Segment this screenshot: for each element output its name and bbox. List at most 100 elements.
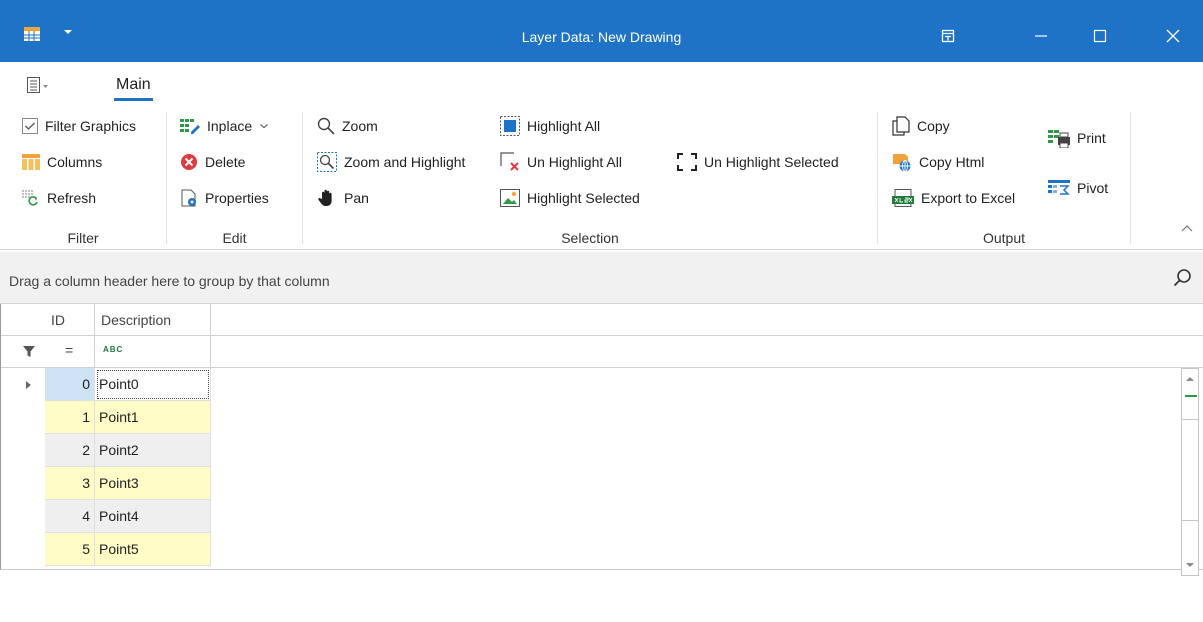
filter-graphics-label: Filter Graphics — [45, 118, 137, 134]
refresh-label: Refresh — [47, 190, 97, 206]
scrollbar-thumb[interactable] — [1181, 419, 1199, 521]
table-row[interactable]: 1 Point1 — [1, 401, 211, 434]
ribbon-tab-row: Main — [0, 62, 1203, 106]
output-group-label: Output — [982, 230, 1026, 246]
highlight-all-icon — [500, 116, 520, 136]
scroll-down-icon[interactable] — [1182, 557, 1198, 573]
columns-icon — [22, 154, 40, 170]
refresh-icon — [22, 190, 38, 206]
application-menu-icon[interactable] — [26, 76, 54, 94]
row-indicator[interactable] — [1, 533, 45, 566]
id-filter-cell[interactable]: = — [45, 336, 95, 368]
copy-html-icon — [893, 154, 911, 172]
filter-row-indicator — [1, 336, 45, 368]
column-header-row: ID Description — [1, 304, 1203, 336]
delete-button[interactable]: Delete — [180, 150, 245, 174]
ribbon: Filter Graphics Columns Refresh Filter I… — [0, 106, 1203, 250]
export-to-excel-button[interactable]: Export to Excel — [892, 186, 1015, 210]
table-row[interactable]: 2 Point2 — [1, 434, 211, 467]
highlight-selected-button[interactable]: Highlight Selected — [500, 186, 640, 210]
equals-operator-icon: = — [65, 342, 74, 358]
auto-filter-row: = ABC — [1, 336, 1203, 368]
close-icon — [1166, 29, 1180, 43]
copy-button[interactable]: Copy — [892, 114, 950, 138]
table-row[interactable]: 0 Point0 — [1, 368, 211, 401]
zoom-button[interactable]: Zoom — [317, 114, 378, 138]
cell-description[interactable]: Point0 — [95, 368, 211, 401]
cell-description[interactable]: Point4 — [95, 500, 211, 533]
unhighlight-selected-label: Un Highlight Selected — [704, 154, 839, 170]
column-header-id[interactable]: ID — [45, 304, 95, 336]
tab-main[interactable]: Main — [114, 76, 153, 101]
row-indicator[interactable] — [1, 500, 45, 533]
minimize-button[interactable] — [1018, 14, 1064, 58]
row-indicator-header — [1, 304, 45, 336]
zoom-and-highlight-button[interactable]: Zoom and Highlight — [317, 150, 465, 174]
checkbox-checked-icon — [22, 118, 38, 134]
columns-button[interactable]: Columns — [22, 150, 102, 174]
column-header-description[interactable]: Description — [95, 304, 211, 336]
properties-label: Properties — [205, 190, 269, 206]
copy-html-label: Copy Html — [919, 154, 985, 170]
highlight-all-button[interactable]: Highlight All — [500, 114, 600, 138]
row-indicator[interactable] — [1, 434, 45, 467]
output-group: Copy Copy Html Export to Excel Print Piv… — [878, 106, 1130, 250]
group-by-panel[interactable]: Drag a column header here to group by th… — [0, 252, 1203, 304]
cell-description[interactable]: Point1 — [95, 401, 211, 434]
edit-group: Inplace Delete Properties Edit — [167, 106, 302, 250]
table-row[interactable]: 4 Point4 — [1, 500, 211, 533]
print-label: Print — [1077, 130, 1106, 146]
cell-id[interactable]: 1 — [45, 401, 95, 434]
highlight-selected-icon — [500, 189, 520, 207]
cell-id[interactable]: 3 — [45, 467, 95, 500]
pivot-grid-icon — [1048, 180, 1070, 195]
inplace-dropdown-button[interactable]: Inplace — [180, 114, 269, 138]
restore-layout-button[interactable] — [925, 14, 971, 58]
unhighlight-all-label: Un Highlight All — [527, 154, 622, 170]
vertical-scrollbar[interactable] — [1181, 368, 1199, 576]
selection-group: Zoom Zoom and Highlight Pan Highlight Al… — [303, 106, 877, 250]
pivot-button[interactable]: Pivot — [1048, 176, 1108, 200]
inplace-label: Inplace — [207, 118, 253, 134]
title-bar: Layer Data: New Drawing — [0, 0, 1203, 62]
current-row-arrow-icon — [26, 381, 31, 389]
pan-button[interactable]: Pan — [317, 186, 369, 210]
delete-icon — [181, 154, 197, 170]
pivot-label: Pivot — [1077, 180, 1109, 196]
cell-description[interactable]: Point3 — [95, 467, 211, 500]
unhighlight-all-button[interactable]: Un Highlight All — [500, 150, 622, 174]
table-row[interactable]: 5 Point5 — [1, 533, 211, 566]
zoom-label: Zoom — [342, 118, 378, 134]
table-row[interactable]: 3 Point3 — [1, 467, 211, 500]
chevron-down-icon — [260, 124, 269, 129]
unhighlight-selected-icon — [677, 153, 697, 171]
cell-id[interactable]: 5 — [45, 533, 95, 566]
cell-id[interactable]: 0 — [45, 368, 95, 401]
cell-description[interactable]: Point5 — [95, 533, 211, 566]
xlsx-file-icon — [892, 189, 914, 207]
print-button[interactable]: Print — [1048, 126, 1106, 150]
magnifier-icon — [317, 117, 335, 135]
maximize-button[interactable] — [1077, 14, 1123, 58]
row-indicator[interactable] — [1, 401, 45, 434]
scroll-up-icon[interactable] — [1182, 371, 1198, 387]
properties-button[interactable]: Properties — [180, 186, 269, 210]
filter-graphics-checkbox[interactable]: Filter Graphics — [22, 114, 136, 138]
row-indicator[interactable] — [1, 467, 45, 500]
row-indicator[interactable] — [1, 368, 45, 401]
restore-layout-icon — [941, 29, 955, 43]
unhighlight-selected-button[interactable]: Un Highlight Selected — [677, 150, 839, 174]
minimize-icon — [1035, 35, 1047, 37]
edit-group-label: Edit — [222, 230, 247, 246]
hand-pan-icon — [318, 189, 332, 206]
copy-html-button[interactable]: Copy Html — [892, 150, 984, 174]
refresh-button[interactable]: Refresh — [22, 186, 96, 210]
search-icon[interactable] — [1173, 268, 1193, 288]
cell-description[interactable]: Point2 — [95, 434, 211, 467]
collapse-ribbon-icon[interactable] — [1181, 224, 1193, 234]
cell-id[interactable]: 4 — [45, 500, 95, 533]
delete-label: Delete — [205, 154, 246, 170]
close-button[interactable] — [1150, 14, 1196, 58]
cell-id[interactable]: 2 — [45, 434, 95, 467]
description-filter-cell[interactable]: ABC — [95, 336, 211, 368]
